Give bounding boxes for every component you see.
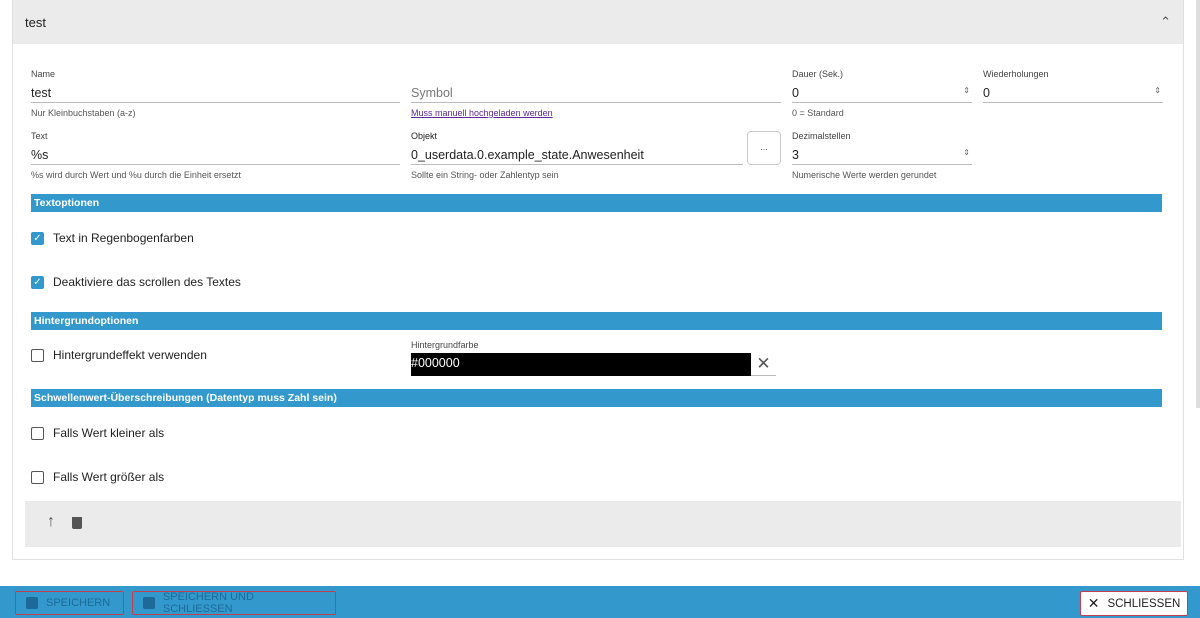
spinner-icon[interactable]: ⇕ bbox=[963, 148, 970, 157]
panel-header[interactable]: test ⌃ bbox=[13, 0, 1183, 44]
save-button[interactable]: SPEICHERN bbox=[15, 591, 124, 615]
spinner-icon[interactable]: ⇕ bbox=[1154, 86, 1161, 95]
decimals-label: Dezimalstellen bbox=[792, 131, 851, 141]
trash-icon[interactable] bbox=[72, 517, 82, 529]
checkbox-greater[interactable]: Falls Wert größer als bbox=[31, 470, 164, 484]
text-value: %s bbox=[31, 148, 49, 162]
item-actions-bar: ↑ bbox=[25, 501, 1181, 547]
name-help: Nur Kleinbuchstaben (a-z) bbox=[31, 108, 136, 118]
decimals-input[interactable]: 3 ⇕ bbox=[792, 146, 972, 165]
name-value: test bbox=[31, 86, 52, 100]
duration-help: 0 = Standard bbox=[792, 108, 844, 118]
checkbox-noscroll[interactable]: ✓ Deaktiviere das scrollen des Textes bbox=[31, 275, 241, 289]
object-input[interactable]: 0_userdata.0.example_state.Anwesenheit bbox=[411, 146, 743, 165]
object-help: Sollte ein String- oder Zahlentyp sein bbox=[411, 170, 559, 180]
close-label: SCHLIESSEN bbox=[1107, 597, 1181, 610]
object-select-button[interactable]: ... bbox=[747, 131, 781, 165]
checkbox-label: Falls Wert kleiner als bbox=[53, 426, 165, 440]
save-icon bbox=[26, 597, 38, 609]
bgcolor-input[interactable]: #000000 bbox=[411, 353, 751, 376]
symbol-input[interactable]: Symbol bbox=[411, 84, 781, 103]
text-help: %s wird durch Wert und %u durch die Einh… bbox=[31, 170, 241, 180]
symbol-help-link[interactable]: Muss manuell hochgeladen werden bbox=[411, 108, 553, 118]
text-label: Text bbox=[31, 131, 48, 141]
duration-value: 0 bbox=[792, 86, 799, 100]
clear-icon[interactable]: ✕ bbox=[751, 353, 776, 376]
decimals-help: Numerische Werte werden gerundet bbox=[792, 170, 937, 180]
close-button[interactable]: ✕ SCHLIESSEN bbox=[1080, 591, 1188, 616]
repeats-value: 0 bbox=[983, 86, 990, 100]
save-icon bbox=[143, 597, 155, 609]
spinner-icon[interactable]: ⇕ bbox=[963, 86, 970, 95]
checkbox-label: Deaktiviere das scrollen des Textes bbox=[53, 275, 241, 289]
checkbox-lower[interactable]: Falls Wert kleiner als bbox=[31, 426, 164, 440]
checkbox-checked-icon[interactable]: ✓ bbox=[31, 231, 44, 245]
symbol-placeholder: Symbol bbox=[411, 86, 453, 100]
section-text-options: Textoptionen bbox=[31, 194, 1162, 212]
save-close-label: SPEICHERN UND SCHLIESSEN bbox=[162, 591, 254, 615]
footer-bar: SPEICHERN SPEICHERN UND SCHLIESSEN ✕ SCHL… bbox=[0, 586, 1200, 618]
close-icon: ✕ bbox=[1087, 595, 1100, 611]
checkbox-icon[interactable] bbox=[31, 470, 44, 484]
duration-input[interactable]: 0 ⇕ bbox=[792, 84, 972, 103]
checkbox-checked-icon[interactable]: ✓ bbox=[31, 275, 44, 289]
checkbox-label: Falls Wert größer als bbox=[53, 470, 165, 484]
checkbox-icon[interactable] bbox=[31, 348, 44, 362]
checkbox-icon[interactable] bbox=[31, 426, 44, 440]
bgcolor-label: Hintergrundfarbe bbox=[411, 340, 479, 350]
checkbox-label: Hintergrundeffekt verwenden bbox=[53, 348, 207, 362]
item-panel: test ⌃ Name test Nur Kleinbuchstaben (a-… bbox=[12, 0, 1184, 560]
panel-title: test bbox=[25, 14, 46, 30]
name-label: Name bbox=[31, 69, 56, 79]
name-input[interactable]: test bbox=[31, 84, 400, 103]
decimals-value: 3 bbox=[792, 148, 799, 162]
checkbox-bgeffect[interactable]: Hintergrundeffekt verwenden bbox=[31, 348, 207, 362]
save-label: SPEICHERN bbox=[46, 597, 111, 609]
object-label: Objekt bbox=[411, 131, 438, 141]
arrow-up-icon[interactable]: ↑ bbox=[47, 513, 55, 531]
scrollbar[interactable] bbox=[1196, 0, 1200, 408]
checkbox-rainbow[interactable]: ✓ Text in Regenbogenfarben bbox=[31, 231, 194, 245]
text-input[interactable]: %s bbox=[31, 146, 400, 165]
chevron-up-icon[interactable]: ⌃ bbox=[1160, 14, 1171, 30]
checkbox-label: Text in Regenbogenfarben bbox=[53, 231, 194, 245]
object-value: 0_userdata.0.example_state.Anwesenheit bbox=[411, 148, 644, 162]
section-background-options: Hintergrundoptionen bbox=[31, 312, 1162, 330]
duration-label: Dauer (Sek.) bbox=[792, 69, 844, 79]
section-threshold: Schwellenwert-Überschreibungen (Datentyp… bbox=[31, 389, 1162, 407]
repeats-label: Wiederholungen bbox=[983, 69, 1049, 79]
save-and-close-button[interactable]: SPEICHERN UND SCHLIESSEN bbox=[132, 591, 336, 615]
repeats-input[interactable]: 0 ⇕ bbox=[983, 84, 1163, 103]
